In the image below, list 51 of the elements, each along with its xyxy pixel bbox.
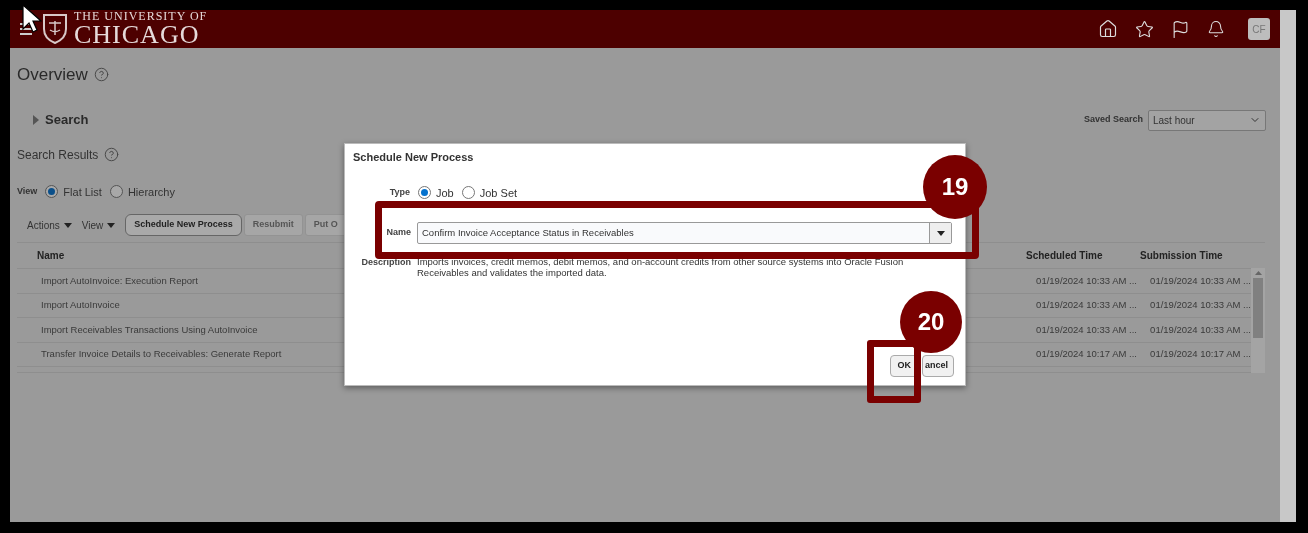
dialog-title: Schedule New Process [353,150,475,165]
table-cell: Import Receivables Transactions Using AutoInvoice [41,322,258,337]
section-title: Search Results [17,146,99,164]
caret-icon [936,230,945,236]
cursor-icon [22,4,42,34]
table-cell: 01/19/2024 10:33 AM ... [1150,298,1251,313]
description-text: Imports invoices, credit memos, debit memos, and on-account credits from other source systems into Oracle Fusion Receivables and validates the imported data. [417,256,905,278]
notifications-icon[interactable] [1207,20,1225,38]
logo-title: CHICAGO [74,22,201,48]
caret-icon [63,222,72,228]
logo-subtitle: THE UNIVERSITY OF [74,10,208,22]
table-cell-text: 01/19/2024 10:33 AM ... [1036,298,1138,313]
table-cell: Transfer Invoice Details to Receivables: Generate Report [41,347,282,362]
cancel-button[interactable]: ancel [922,355,954,377]
table-cell: 01/19/2024 10:17 AM ... [1150,347,1251,362]
page-title: Overview [17,64,88,86]
scrollbar[interactable] [1251,268,1265,373]
column-header[interactable]: Scheduled Time [1026,248,1140,263]
radio-option[interactable]: Flat List [45,183,102,200]
table-cell: Import AutoInvoice [41,298,120,313]
help-icon[interactable] [93,67,109,83]
radio-option[interactable]: Hierarchy [109,183,175,200]
table-cell-text: 01/19/2024 10:33 AM ... [1036,273,1138,288]
radio-option[interactable]: Job [418,184,454,201]
description-label: Description [360,256,411,269]
saved-search-label: Saved Search [1083,113,1143,127]
radio-option[interactable]: Job Set [461,184,518,201]
crest-icon [42,13,68,45]
toolbar-menu[interactable]: View [81,217,116,233]
flag-icon[interactable] [1171,19,1190,39]
saved-search-select[interactable]: Last hour [1148,109,1266,131]
toolbar-menu[interactable]: Actions [27,217,72,233]
toolbar-button[interactable]: Schedule New Process [125,214,242,236]
dropdown-button[interactable] [929,223,951,243]
table-cell-text: 01/19/2024 10:17 AM ... [1036,347,1138,362]
help-icon[interactable] [104,147,120,162]
home-icon[interactable] [1098,19,1118,39]
table-cell: 01/19/2024 10:33 AM ... [1150,273,1251,288]
caret-icon [107,222,116,228]
expand-icon [33,115,39,125]
search-toggle[interactable]: Search [33,110,89,130]
scrollbar[interactable] [1280,10,1296,522]
table-cell-text: 01/19/2024 10:33 AM ... [1036,322,1138,337]
table-cell: Import AutoInvoice: Execution Report [41,273,198,288]
type-label: Type [388,186,410,199]
name-combobox[interactable]: Confirm Invoice Acceptance Status in Receivables [417,222,952,244]
view-label: View [17,185,38,198]
table-cell: 01/19/2024 10:33 AM ... [1150,322,1251,337]
name-label: Name [385,226,411,240]
column-header[interactable]: Submission Time [1140,248,1223,263]
star-icon[interactable] [1135,19,1154,39]
